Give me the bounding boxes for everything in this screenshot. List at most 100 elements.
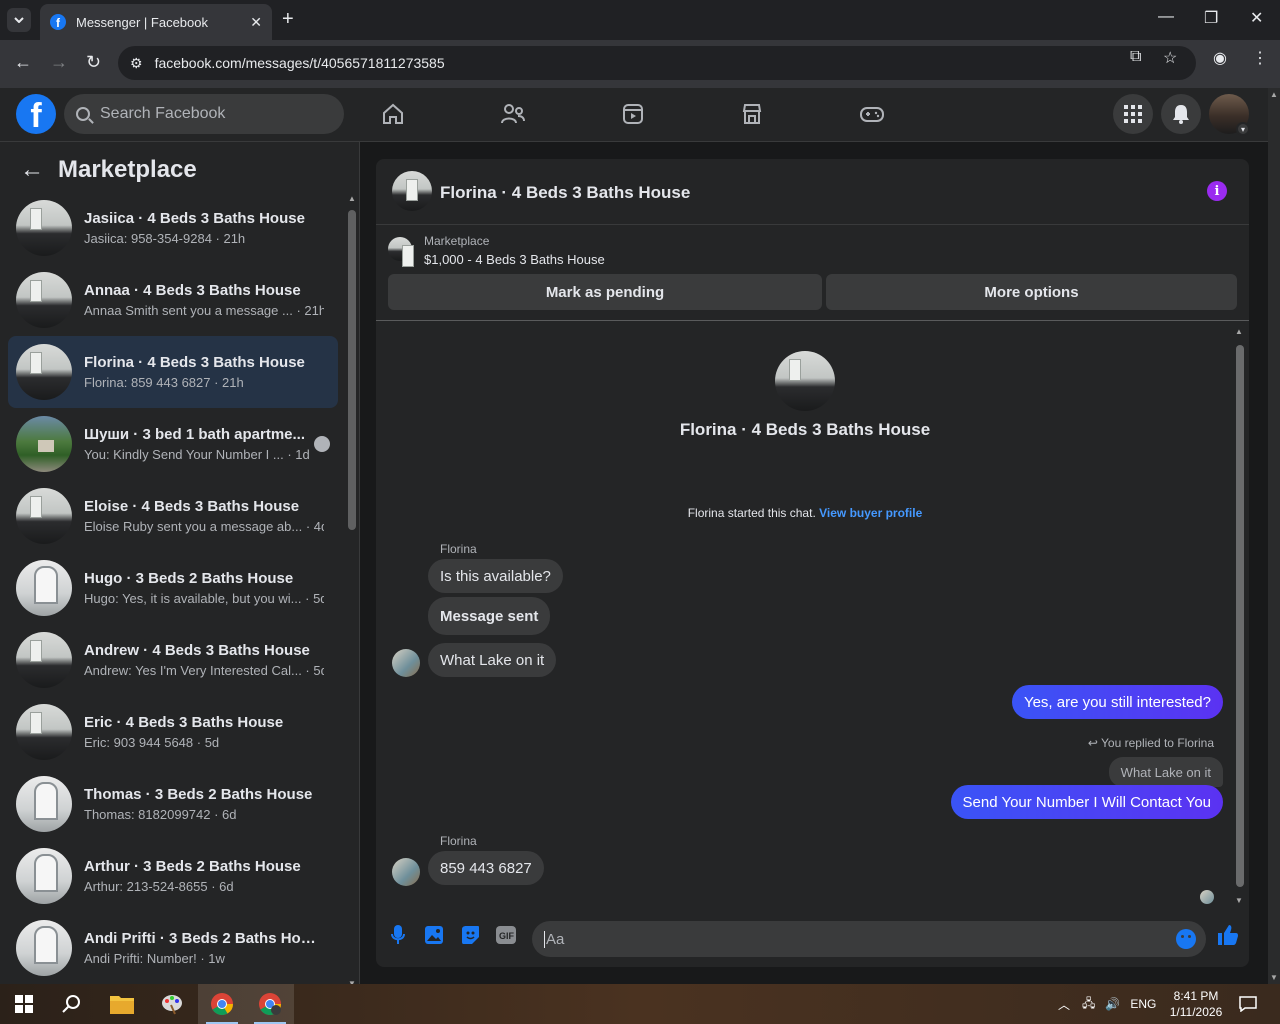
mark-pending-button[interactable]: Mark as pending <box>388 274 822 310</box>
scrollbar-thumb[interactable] <box>348 210 356 530</box>
gaming-icon[interactable] <box>858 100 886 128</box>
conversation-text: Hugo · 3 Beds 2 Baths House Hugo: Yes, it… <box>84 570 324 606</box>
outgoing-message[interactable]: Yes, are you still interested? <box>1011 685 1223 719</box>
friends-icon[interactable] <box>499 100 527 128</box>
conversation-item[interactable]: Thomas · 3 Beds 2 Baths House Thomas: 818… <box>8 768 338 840</box>
chat-scrollbar[interactable]: ▲ ▼ <box>1234 327 1244 905</box>
photo-icon[interactable] <box>424 925 444 945</box>
marketplace-icon[interactable] <box>738 100 766 128</box>
notifications-bell-icon[interactable] <box>1161 94 1201 134</box>
scrollbar-thumb[interactable] <box>1236 345 1244 887</box>
chat-avatar[interactable] <box>392 171 432 211</box>
conversation-item[interactable]: Шуши · 3 bed 1 bath apartme... You: Kindl… <box>8 408 338 480</box>
sender-name: Florina <box>440 834 477 848</box>
message-input[interactable] <box>544 930 1144 948</box>
restore-icon[interactable]: ❐ <box>1204 8 1218 28</box>
chrome-profile-icon[interactable] <box>246 984 294 1024</box>
volume-icon[interactable]: 🔊 <box>1105 997 1120 1011</box>
conversation-name: Шуши · 3 bed 1 bath apartme... <box>84 426 306 443</box>
conversation-text: Шуши · 3 bed 1 bath apartme... You: Kindl… <box>84 426 324 462</box>
install-app-icon[interactable]: ⧉ <box>1130 48 1141 66</box>
account-chevron-icon[interactable]: ▾ <box>1236 122 1250 136</box>
info-icon[interactable]: i <box>1207 181 1227 201</box>
language-indicator[interactable]: ENG <box>1130 997 1156 1011</box>
site-settings-icon[interactable]: ⚙ <box>130 55 143 72</box>
profile-icon[interactable]: ◉ <box>1213 48 1227 68</box>
new-tab-button[interactable]: + <box>282 8 294 31</box>
microphone-icon[interactable] <box>388 925 408 945</box>
home-icon[interactable] <box>379 100 407 128</box>
quoted-message[interactable]: What Lake on it <box>1108 757 1223 787</box>
outgoing-message[interactable]: Send Your Number I Will Contact You <box>950 785 1223 819</box>
listing-title[interactable]: $1,000 - 4 Beds 3 Baths House <box>424 252 605 267</box>
facebook-logo-icon[interactable]: f <box>16 94 56 134</box>
search-input[interactable] <box>100 105 320 123</box>
page-scrollbar[interactable]: ▲ ▼ <box>1268 88 1280 984</box>
window-close-icon[interactable]: ✕ <box>1250 8 1263 28</box>
conversation-avatar <box>16 272 72 328</box>
facebook-search[interactable] <box>64 94 344 134</box>
incoming-message[interactable]: Is this available? <box>428 559 563 593</box>
conversation-preview: Jasiica: 958-354-9284 · 21h <box>84 231 246 246</box>
windows-start-icon[interactable] <box>0 984 48 1024</box>
conversation-text: Andrew · 4 Beds 3 Baths House Andrew: Yes… <box>84 642 324 678</box>
paint-app-icon[interactable] <box>148 984 196 1024</box>
sidebar-scrollbar[interactable]: ▲ ▼ <box>346 194 356 988</box>
reload-icon[interactable]: ↻ <box>86 52 101 73</box>
intro-name: Florina · 4 Beds 3 Baths House <box>679 420 931 439</box>
tab-search-button[interactable] <box>7 8 31 32</box>
scroll-up-icon[interactable]: ▲ <box>348 194 356 203</box>
scroll-up-icon[interactable]: ▲ <box>1235 327 1243 336</box>
conversation-item[interactable]: Florina · 4 Beds 3 Baths House Florina: 8… <box>8 336 338 408</box>
emoji-icon[interactable] <box>1176 929 1196 949</box>
conversation-avatar <box>16 920 72 976</box>
more-options-button[interactable]: More options <box>826 274 1237 310</box>
minimize-icon[interactable]: — <box>1158 8 1174 26</box>
conversation-item[interactable]: Andi Prifti · 3 Beds 2 Baths House Andi P… <box>8 912 338 984</box>
incoming-message[interactable]: 859 443 6827 <box>428 851 544 885</box>
incoming-message[interactable]: Message sent <box>428 597 551 635</box>
gif-icon[interactable]: GIF <box>496 925 516 945</box>
listing-thumbnail[interactable] <box>388 237 414 267</box>
conversation-avatar <box>16 344 72 400</box>
file-explorer-icon[interactable] <box>98 984 146 1024</box>
conversation-item[interactable]: Jasiica · 4 Beds 3 Baths House Jasiica: 9… <box>8 192 338 264</box>
conversation-name: Annaa · 4 Beds 3 Baths House <box>84 282 301 299</box>
scroll-up-icon[interactable]: ▲ <box>1270 90 1278 99</box>
message-input-box[interactable] <box>532 921 1206 957</box>
back-icon[interactable]: ← <box>14 52 32 73</box>
chat-title[interactable]: Florina · 4 Beds 3 Baths House <box>440 183 690 203</box>
address-bar[interactable]: ⚙ facebook.com/messages/t/40565718112735… <box>118 46 1196 80</box>
forward-icon[interactable]: → <box>50 52 68 73</box>
chrome-icon[interactable] <box>198 984 246 1024</box>
conversation-item[interactable]: Arthur · 3 Beds 2 Baths House Arthur: 213… <box>8 840 338 912</box>
network-icon[interactable]: 🖧 <box>1082 994 1095 1015</box>
back-arrow-icon[interactable]: ← <box>20 156 44 184</box>
conversation-name: Thomas · 3 Beds 2 Baths House <box>84 786 313 803</box>
conversation-item[interactable]: Annaa · 4 Beds 3 Baths House Annaa Smith … <box>8 264 338 336</box>
conversation-item[interactable]: Andrew · 4 Beds 3 Baths House Andrew: Yes… <box>8 624 338 696</box>
taskbar-clock[interactable]: 8:41 PM 1/11/2026 <box>1164 988 1228 1020</box>
incoming-message[interactable]: What Lake on it <box>428 643 557 677</box>
like-thumbs-up-icon[interactable] <box>1216 923 1240 947</box>
browser-menu-icon[interactable]: ⋮ <box>1252 48 1268 68</box>
bookmark-star-icon[interactable]: ☆ <box>1163 48 1177 68</box>
conversation-name: Andi Prifti · 3 Beds 2 Baths House <box>84 930 324 947</box>
conversation-item[interactable]: Eloise · 4 Beds 3 Baths House Eloise Ruby… <box>8 480 338 552</box>
conversation-item[interactable]: Hugo · 3 Beds 2 Baths House Hugo: Yes, it… <box>8 552 338 624</box>
marketplace-listing-bar: Marketplace $1,000 - 4 Beds 3 Baths Hous… <box>376 225 1249 321</box>
show-hidden-icons-icon[interactable]: ︿ <box>1058 996 1070 1013</box>
view-buyer-profile-link[interactable]: View buyer profile <box>819 506 922 520</box>
notification-center-icon[interactable] <box>1226 984 1270 1024</box>
menu-grid-icon[interactable] <box>1113 94 1153 134</box>
scroll-down-icon[interactable]: ▼ <box>1270 973 1278 982</box>
tab-close-icon[interactable]: ✕ <box>250 14 262 31</box>
sticker-icon[interactable] <box>460 925 480 945</box>
conversation-preview: Andi Prifti: Number! · 1w <box>84 951 225 966</box>
scroll-down-icon[interactable]: ▼ <box>1235 896 1243 905</box>
browser-tab[interactable]: f Messenger | Facebook ✕ <box>40 4 272 40</box>
search-icon[interactable] <box>48 984 96 1024</box>
conversation-preview: Arthur: 213-524-8655 · 6d <box>84 879 234 894</box>
watch-icon[interactable] <box>619 100 647 128</box>
conversation-item[interactable]: Eric · 4 Beds 3 Baths House Eric: 903 944… <box>8 696 338 768</box>
